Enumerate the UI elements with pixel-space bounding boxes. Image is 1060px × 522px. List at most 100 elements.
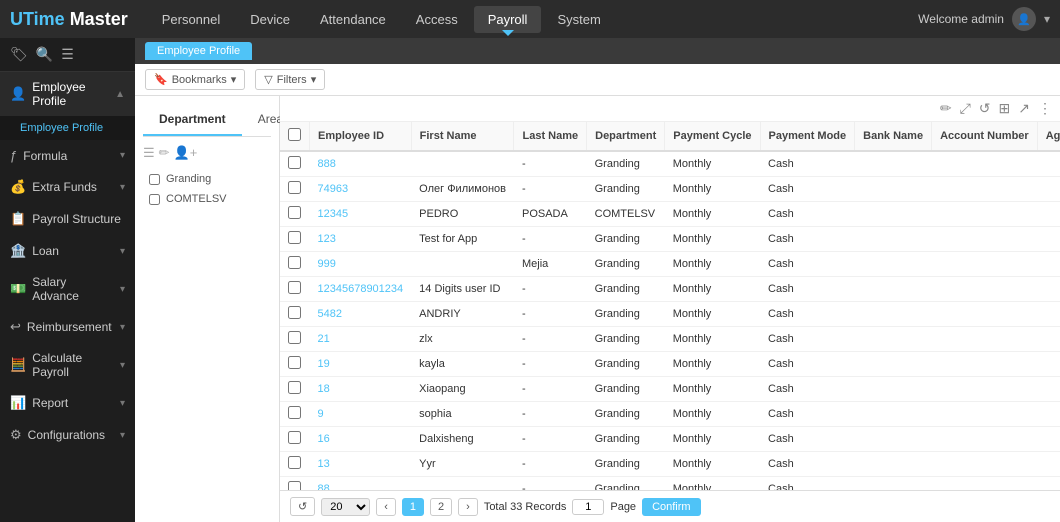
row-select-7[interactable]	[288, 331, 301, 344]
employee-id-link-3[interactable]: 123	[318, 233, 336, 245]
chevron-down-icon[interactable]: ▾	[1044, 12, 1050, 26]
sidebar-item-report[interactable]: 📊 Report ▾	[0, 387, 135, 419]
page-2-btn[interactable]: 2	[430, 498, 452, 516]
row-select-11[interactable]	[288, 431, 301, 444]
sidebar-subitem-employee-profile[interactable]: Employee Profile	[10, 116, 135, 140]
columns-icon[interactable]: ⊞	[999, 100, 1011, 117]
employee-id-link-7[interactable]: 21	[318, 333, 330, 345]
next-page-btn[interactable]: ›	[458, 498, 478, 516]
row-select-10[interactable]	[288, 406, 301, 419]
filters-button[interactable]: ▽ Filters ▾	[255, 69, 325, 90]
row-account-0	[932, 151, 1038, 177]
page-input[interactable]	[572, 499, 604, 515]
employee-id-link-9[interactable]: 18	[318, 383, 330, 395]
employee-id-link-1[interactable]: 74963	[318, 183, 349, 195]
dept-comtelsv[interactable]: COMTELSV	[143, 189, 271, 209]
row-dept-2: COMTELSV	[587, 202, 665, 227]
add-user-icon[interactable]: 👤+	[174, 145, 198, 161]
nav-personnel[interactable]: Personnel	[148, 6, 235, 33]
row-id-10: 9	[310, 402, 412, 427]
employee-id-link-6[interactable]: 5482	[318, 308, 342, 320]
prev-page-btn[interactable]: ‹	[376, 498, 396, 516]
row-select-5[interactable]	[288, 281, 301, 294]
employee-id-link-11[interactable]: 16	[318, 433, 330, 445]
dept-granding-checkbox[interactable]	[149, 174, 160, 185]
refresh-page-btn[interactable]: ↺	[290, 497, 315, 516]
row-select-12[interactable]	[288, 456, 301, 469]
row-checkbox-3[interactable]	[280, 227, 310, 252]
table-row: 123 Test for App - Granding Monthly Cash…	[280, 227, 1060, 252]
employee-id-link-5[interactable]: 12345678901234	[318, 283, 404, 295]
row-cycle-3: Monthly	[665, 227, 760, 252]
share-icon[interactable]: ↗	[1018, 100, 1030, 117]
tab-department[interactable]: Department	[143, 104, 242, 136]
row-id-11: 16	[310, 427, 412, 452]
row-checkbox-5[interactable]	[280, 277, 310, 302]
sidebar-item-configurations[interactable]: ⚙ Configurations ▾	[0, 419, 135, 451]
expand-icon[interactable]: ⤢	[960, 100, 971, 117]
welcome-area: Welcome admin 👤 ▾	[918, 7, 1050, 31]
employee-id-link-10[interactable]: 9	[318, 408, 324, 420]
row-checkbox-1[interactable]	[280, 177, 310, 202]
row-checkbox-12[interactable]	[280, 452, 310, 477]
row-checkbox-4[interactable]	[280, 252, 310, 277]
bookmarks-button[interactable]: 🔖 Bookmarks ▾	[145, 69, 245, 90]
confirm-btn[interactable]: Confirm	[642, 498, 701, 516]
sidebar-item-extra-funds[interactable]: 💰 Extra Funds ▾	[0, 171, 135, 203]
sidebar-item-reimbursement[interactable]: ↩ Reimbursement ▾	[0, 311, 135, 343]
row-checkbox-8[interactable]	[280, 352, 310, 377]
tag-icon[interactable]: 🏷	[10, 46, 28, 63]
sidebar-item-employee-profile[interactable]: 👤 Employee Profile ▲	[0, 72, 135, 116]
menu-icon[interactable]: ☰	[61, 46, 74, 63]
row-select-0[interactable]	[288, 156, 301, 169]
employee-id-link-4[interactable]: 999	[318, 258, 336, 270]
edit-icon[interactable]: ✏	[159, 145, 170, 161]
edit-pencil-icon[interactable]: ✏	[940, 100, 952, 117]
refresh-icon[interactable]: ↺	[979, 100, 991, 117]
row-checkbox-2[interactable]	[280, 202, 310, 227]
row-select-8[interactable]	[288, 356, 301, 369]
nav-access[interactable]: Access	[402, 6, 472, 33]
list-icon[interactable]: ☰	[143, 145, 155, 161]
employee-id-link-2[interactable]: 12345	[318, 208, 349, 220]
page-1-btn[interactable]: 1	[402, 498, 424, 516]
nav-device[interactable]: Device	[236, 6, 304, 33]
nav-system[interactable]: System	[543, 6, 614, 33]
select-all-checkbox[interactable]	[288, 128, 301, 141]
row-select-2[interactable]	[288, 206, 301, 219]
sidebar-item-payroll-structure[interactable]: 📋 Payroll Structure	[0, 203, 135, 235]
row-select-6[interactable]	[288, 306, 301, 319]
nav-payroll[interactable]: Payroll	[474, 6, 542, 33]
row-select-13[interactable]	[288, 481, 301, 490]
chevron-icon-formula: ▾	[120, 150, 125, 161]
sidebar-item-calculate-payroll[interactable]: 🧮 Calculate Payroll ▾	[0, 343, 135, 387]
row-checkbox-9[interactable]	[280, 377, 310, 402]
per-page-select[interactable]: 20 50 100	[321, 498, 370, 516]
employee-id-link-8[interactable]: 19	[318, 358, 330, 370]
nav-attendance[interactable]: Attendance	[306, 6, 400, 33]
row-agent-0	[1037, 151, 1060, 177]
employee-id-link-13[interactable]: 88	[318, 483, 330, 490]
user-avatar[interactable]: 👤	[1012, 7, 1036, 31]
row-checkbox-7[interactable]	[280, 327, 310, 352]
row-id-12: 13	[310, 452, 412, 477]
row-checkbox-6[interactable]	[280, 302, 310, 327]
row-select-3[interactable]	[288, 231, 301, 244]
sidebar-item-loan[interactable]: 🏦 Loan ▾	[0, 235, 135, 267]
row-select-9[interactable]	[288, 381, 301, 394]
dept-granding[interactable]: Granding	[143, 169, 271, 189]
row-checkbox-13[interactable]	[280, 477, 310, 491]
employee-id-link-12[interactable]: 13	[318, 458, 330, 470]
breadcrumb-tab[interactable]: Employee Profile	[145, 42, 252, 60]
sidebar-item-salary-advance[interactable]: 💵 Salary Advance ▾	[0, 267, 135, 311]
search-icon[interactable]: 🔍	[36, 46, 53, 63]
row-checkbox-10[interactable]	[280, 402, 310, 427]
more-icon[interactable]: ⋮	[1038, 100, 1052, 117]
sidebar-item-formula[interactable]: ƒ Formula ▾	[0, 140, 135, 171]
row-checkbox-11[interactable]	[280, 427, 310, 452]
dept-comtelsv-checkbox[interactable]	[149, 194, 160, 205]
row-select-1[interactable]	[288, 181, 301, 194]
employee-id-link-0[interactable]: 888	[318, 158, 336, 170]
row-checkbox-0[interactable]	[280, 151, 310, 177]
row-select-4[interactable]	[288, 256, 301, 269]
